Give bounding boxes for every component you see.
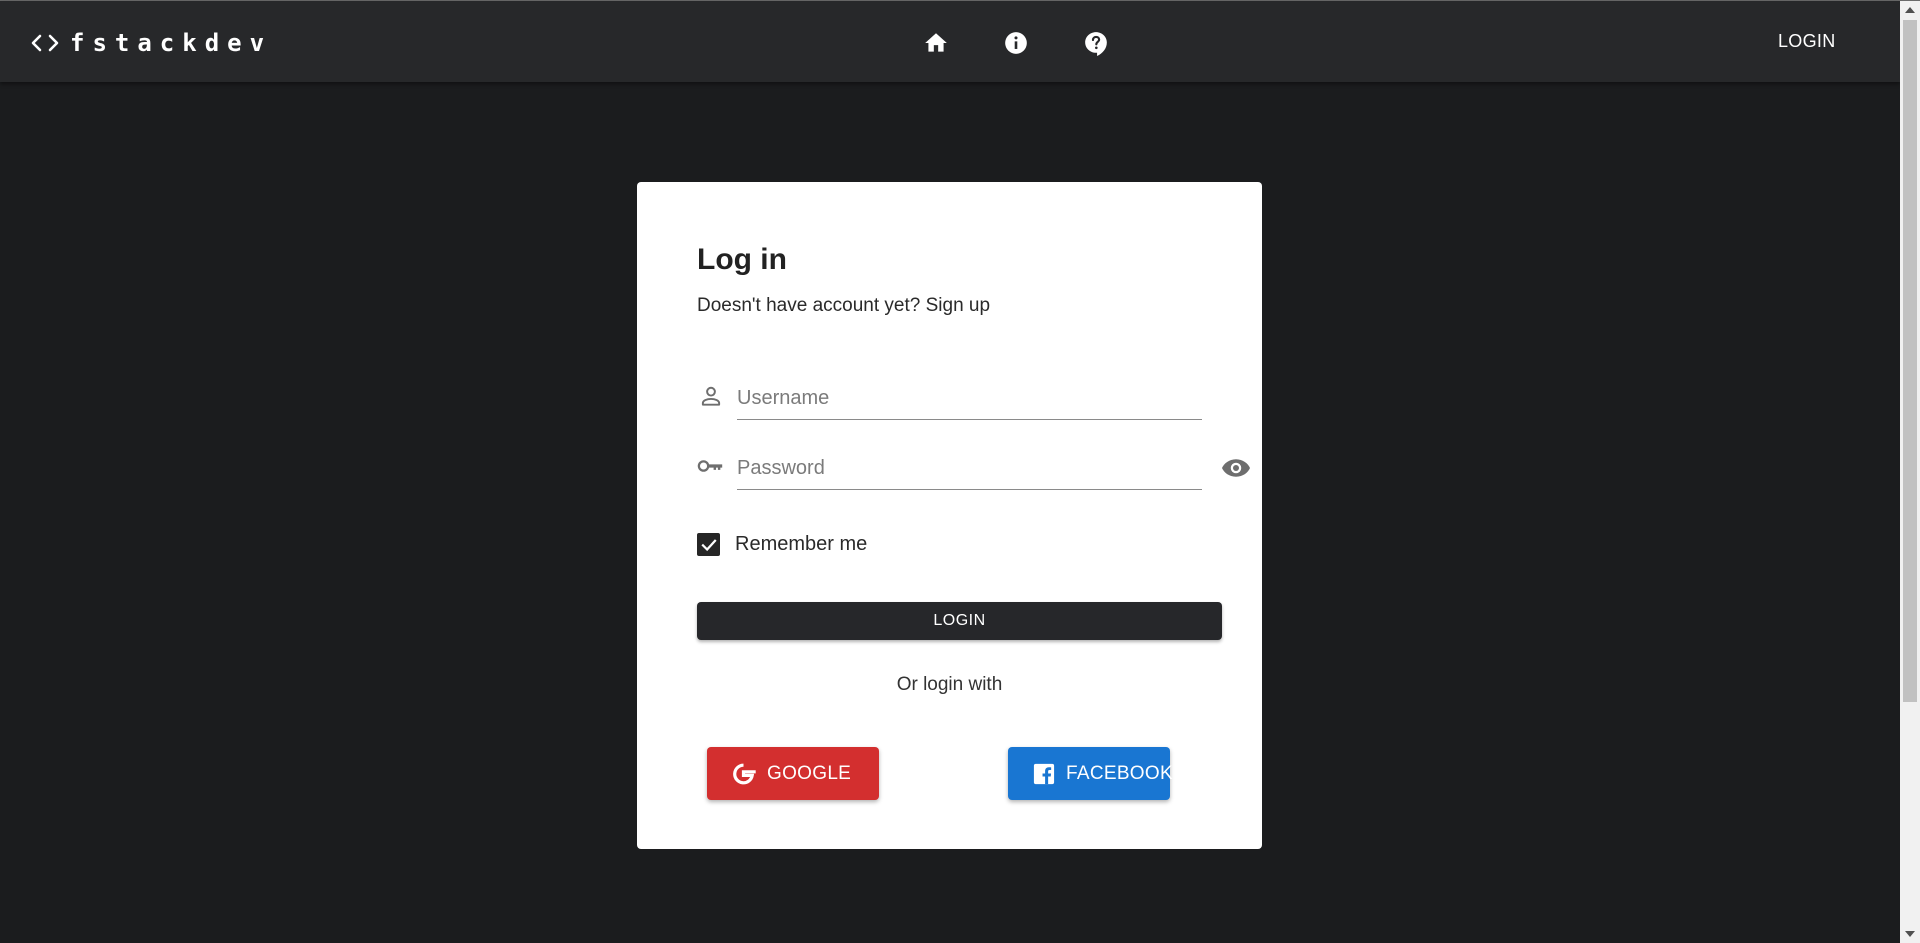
- login-button[interactable]: LOGIN: [697, 602, 1222, 640]
- info-icon[interactable]: [992, 19, 1040, 67]
- page-scrollbar[interactable]: [1900, 1, 1920, 943]
- help-icon[interactable]: [1072, 19, 1120, 67]
- scroll-down-arrow-icon[interactable]: [1905, 931, 1915, 937]
- facebook-button-label: FACEBOOK: [1066, 762, 1173, 784]
- login-card: Log in Doesn't have account yet? Sign up…: [637, 182, 1262, 849]
- username-input[interactable]: [737, 372, 1202, 420]
- password-input[interactable]: [737, 442, 1202, 490]
- code-icon: [30, 31, 60, 55]
- scroll-up-arrow-icon[interactable]: [1905, 7, 1915, 13]
- app-bar: fstackdev LOGIN: [0, 1, 1900, 82]
- remember-me[interactable]: Remember me: [697, 533, 867, 556]
- eye-icon[interactable]: [1220, 454, 1252, 482]
- facebook-login-button[interactable]: FACEBOOK: [1008, 747, 1173, 800]
- person-icon: [697, 382, 725, 410]
- remember-checkbox[interactable]: [697, 533, 720, 556]
- home-icon[interactable]: [912, 19, 960, 67]
- page-title: Log in: [697, 243, 787, 276]
- brand-logo[interactable]: fstackdev: [30, 29, 272, 57]
- nav-icon-group: [912, 19, 1120, 67]
- google-button-label: GOOGLE: [767, 762, 852, 784]
- or-login-with-text: Or login with: [896, 674, 1003, 695]
- google-login-button[interactable]: GOOGLE: [707, 747, 879, 800]
- username-field: [697, 372, 1202, 422]
- brand-name: fstackdev: [70, 29, 273, 57]
- remember-label: Remember me: [735, 533, 868, 555]
- password-field: [697, 442, 1250, 492]
- key-icon: [697, 452, 725, 480]
- google-icon: [733, 762, 757, 786]
- signup-prompt[interactable]: Doesn't have account yet? Sign up: [697, 295, 990, 317]
- login-nav-link[interactable]: LOGIN: [1778, 31, 1836, 52]
- facebook-icon: [1033, 762, 1055, 786]
- scroll-thumb[interactable]: [1903, 20, 1917, 702]
